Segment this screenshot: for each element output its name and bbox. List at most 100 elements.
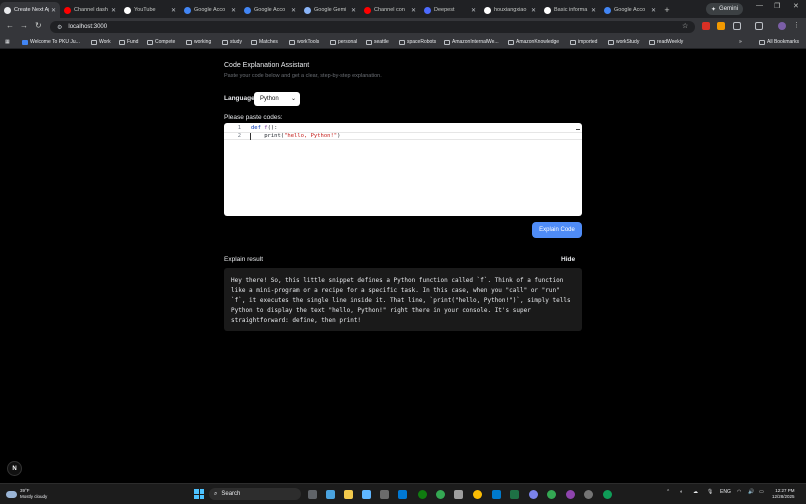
- nextjs-dev-badge[interactable]: N: [7, 461, 22, 476]
- app-icon[interactable]: [603, 490, 612, 499]
- chevron-down-icon: ⌄: [290, 96, 296, 102]
- bookmark-item[interactable]: Matches: [251, 39, 278, 45]
- code-editor[interactable]: 1 def f(): 2 print("hello, Python!"): [224, 123, 582, 216]
- browser-tab[interactable]: Google Acco ✕: [180, 2, 240, 18]
- bookmark-item[interactable]: working: [186, 39, 211, 45]
- minimize-icon[interactable]: —: [756, 2, 763, 9]
- reload-icon[interactable]: ↻: [35, 21, 42, 30]
- bookmark-item[interactable]: personal: [330, 39, 357, 45]
- close-tab-icon[interactable]: ✕: [171, 7, 176, 14]
- app-icon[interactable]: [566, 490, 575, 499]
- app-icon[interactable]: [454, 490, 463, 499]
- apps-grid-icon[interactable]: ▦: [5, 39, 10, 45]
- language-indicator[interactable]: ENG: [720, 489, 731, 495]
- system-clock[interactable]: 12:27 PM 12/28/2025: [772, 488, 795, 500]
- language-select[interactable]: Python ⌄: [254, 92, 300, 106]
- volume-icon[interactable]: 🔊: [748, 489, 754, 495]
- forward-icon[interactable]: →: [20, 21, 28, 30]
- bookmark-item[interactable]: Work: [91, 39, 111, 45]
- side-panel-icon[interactable]: [755, 22, 763, 30]
- new-tab-button[interactable]: +: [660, 2, 674, 18]
- file-explorer-icon[interactable]: [344, 490, 353, 499]
- taskbar-search[interactable]: ⌕ Search: [209, 488, 301, 500]
- site-info-icon[interactable]: ⚙: [57, 24, 62, 31]
- bookmark-star-icon[interactable]: ☆: [682, 22, 688, 30]
- maximize-icon[interactable]: ❐: [774, 2, 780, 10]
- weather-widget[interactable]: 39°F Mostly cloudy: [6, 488, 47, 500]
- settings-icon[interactable]: [584, 490, 593, 499]
- extension-icon[interactable]: [702, 22, 710, 30]
- menu-kebab-icon[interactable]: ⋮: [793, 21, 800, 29]
- explain-code-button[interactable]: Explain Code: [532, 222, 582, 238]
- close-tab-icon[interactable]: ✕: [531, 7, 536, 14]
- app-icon[interactable]: [547, 490, 556, 499]
- extensions-puzzle-icon[interactable]: [733, 22, 741, 30]
- tray-icon[interactable]: ☁: [693, 489, 698, 495]
- browser-tab[interactable]: Create Next App✕: [0, 2, 60, 18]
- more-bookmarks-button[interactable]: »: [739, 39, 742, 45]
- close-tab-icon[interactable]: ✕: [471, 7, 476, 14]
- bookmark-item[interactable]: spaceRobots: [399, 39, 436, 45]
- excel-icon[interactable]: [510, 490, 519, 499]
- folder-icon: [222, 39, 228, 45]
- bookmark-item[interactable]: workTools: [289, 39, 319, 45]
- close-tab-icon[interactable]: ✕: [351, 7, 356, 14]
- bookmark-item[interactable]: workStudy: [608, 39, 639, 45]
- teams-icon[interactable]: [529, 490, 538, 499]
- mic-icon[interactable]: 🎙: [707, 489, 713, 495]
- app-icon[interactable]: [436, 490, 445, 499]
- browser-tab[interactable]: Google Acco ✕: [600, 2, 660, 18]
- task-view-icon[interactable]: [308, 490, 317, 499]
- app-icon[interactable]: [398, 490, 407, 499]
- xbox-icon[interactable]: [418, 490, 427, 499]
- page-subtitle: Paste your code below and get a clear, s…: [224, 73, 382, 79]
- wifi-icon[interactable]: ◠: [737, 489, 741, 495]
- bookmark-label: personal: [338, 39, 358, 45]
- tray-icon[interactable]: ◐: [680, 489, 683, 495]
- browser-tab[interactable]: Basic informa ✕: [540, 2, 600, 18]
- close-tab-icon[interactable]: ✕: [651, 7, 656, 14]
- bookmark-item[interactable]: study: [222, 39, 242, 45]
- tab-title: YouTube: [134, 7, 156, 13]
- chrome-icon[interactable]: [473, 490, 482, 499]
- hide-button[interactable]: Hide: [561, 256, 575, 263]
- battery-icon[interactable]: ▭: [759, 489, 764, 495]
- bookmark-label: workTools: [297, 39, 320, 45]
- all-bookmarks-button[interactable]: All Bookmarks: [759, 39, 799, 45]
- close-tab-icon[interactable]: ✕: [591, 7, 596, 14]
- back-icon[interactable]: ←: [6, 21, 14, 30]
- code-text: def f():: [251, 125, 278, 131]
- vscode-icon[interactable]: [492, 490, 501, 499]
- bookmark-item[interactable]: Welcome To PKU Ju...: [22, 39, 80, 45]
- browser-tab[interactable]: Google Acco ✕: [240, 2, 300, 18]
- browser-tab[interactable]: Deepest ✕: [420, 2, 480, 18]
- close-window-icon[interactable]: ✕: [793, 2, 799, 10]
- bookmark-item[interactable]: Fund: [119, 39, 138, 45]
- gemini-button[interactable]: ✦ Gemini: [706, 3, 744, 15]
- close-tab-icon[interactable]: ✕: [291, 7, 296, 14]
- browser-tab[interactable]: YouTube ✕: [120, 2, 180, 18]
- address-bar[interactable]: ⚙ localhost:3000: [50, 21, 695, 33]
- browser-tab[interactable]: Channel dash ✕: [60, 2, 120, 18]
- bookmark-item[interactable]: seattle: [366, 39, 389, 45]
- close-tab-icon[interactable]: ✕: [411, 7, 416, 14]
- app-icon[interactable]: [380, 490, 389, 499]
- bookmark-item[interactable]: Compete: [147, 39, 175, 45]
- copilot-icon[interactable]: [326, 490, 335, 499]
- store-icon[interactable]: [362, 490, 371, 499]
- tab-favicon-icon: [424, 6, 431, 14]
- close-tab-icon[interactable]: ✕: [111, 7, 116, 14]
- bookmark-item[interactable]: AmazonInternalWe...: [444, 39, 499, 45]
- bookmark-item[interactable]: AmazonKnowledge: [508, 39, 559, 45]
- bookmark-item[interactable]: readWeekly: [649, 39, 683, 45]
- browser-tab[interactable]: houxiangxiao ✕: [480, 2, 540, 18]
- tray-chevron-icon[interactable]: ⌃: [666, 489, 670, 495]
- close-tab-icon[interactable]: ✕: [231, 7, 236, 14]
- browser-tab[interactable]: Google Gemi ✕: [300, 2, 360, 18]
- windows-start-icon[interactable]: [194, 489, 204, 499]
- profile-avatar[interactable]: [778, 22, 786, 30]
- browser-tab[interactable]: Channel con ✕: [360, 2, 420, 18]
- close-tab-icon[interactable]: ✕: [51, 7, 56, 14]
- extension-icon[interactable]: [717, 22, 725, 30]
- bookmark-item[interactable]: imported: [570, 39, 597, 45]
